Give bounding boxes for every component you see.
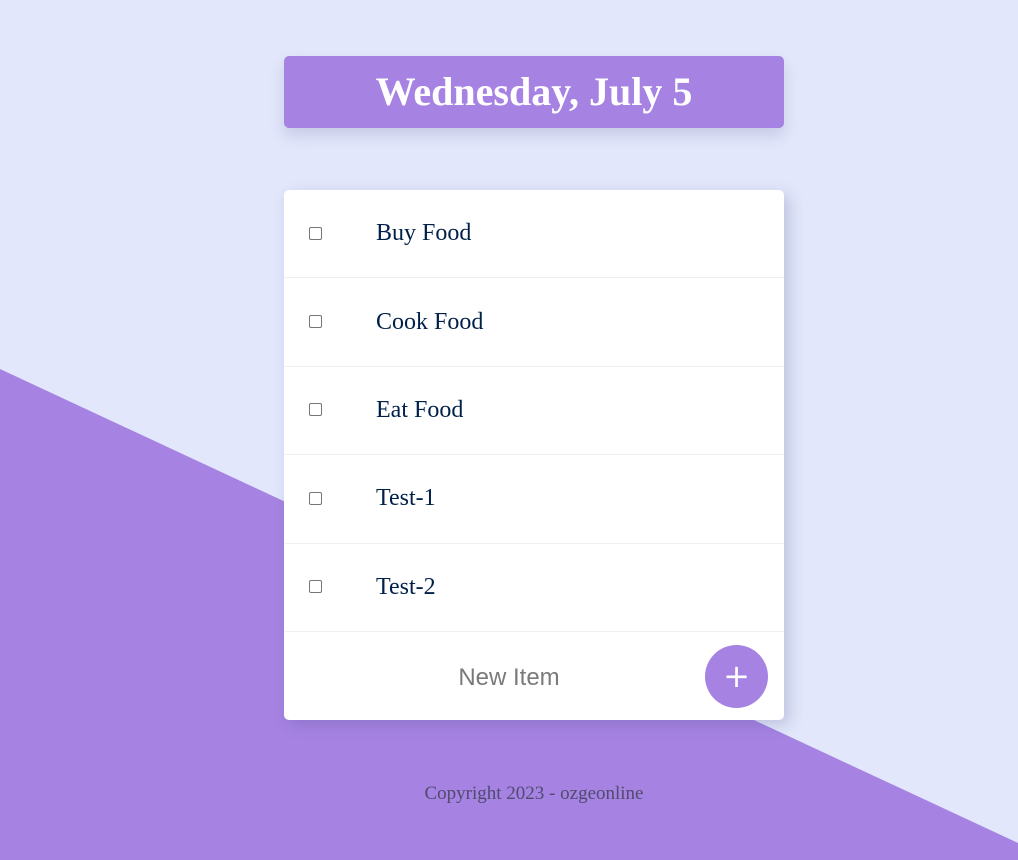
plus-icon: + <box>723 657 750 695</box>
list-item: Cook Food <box>284 278 784 367</box>
footer: Copyright 2023 - ozgeonline <box>0 783 1018 805</box>
item-checkbox[interactable] <box>309 226 322 240</box>
item-label: Test-2 <box>376 573 436 600</box>
list-item: Test-2 <box>284 544 784 632</box>
todo-list-card: Buy Food Cook Food Eat Food Test-1 Test-… <box>284 190 784 720</box>
item-checkbox[interactable] <box>309 580 322 594</box>
date-heading: Wednesday, July 5 <box>375 69 693 114</box>
copyright-text: Copyright 2023 - ozgeonline <box>424 783 644 804</box>
item-label: Buy Food <box>376 220 472 247</box>
new-item-input[interactable] <box>314 651 704 704</box>
date-heading-box: Wednesday, July 5 <box>284 56 784 128</box>
item-checkbox[interactable] <box>309 403 322 417</box>
item-checkbox[interactable] <box>309 315 322 329</box>
item-label: Eat Food <box>376 396 464 423</box>
list-item: Eat Food <box>284 367 784 456</box>
add-item-button[interactable]: + <box>705 645 768 708</box>
item-label: Test-1 <box>376 485 436 512</box>
list-item: Buy Food <box>284 190 784 279</box>
list-item: Test-1 <box>284 455 784 544</box>
item-label: Cook Food <box>376 308 484 335</box>
item-checkbox[interactable] <box>309 491 322 505</box>
